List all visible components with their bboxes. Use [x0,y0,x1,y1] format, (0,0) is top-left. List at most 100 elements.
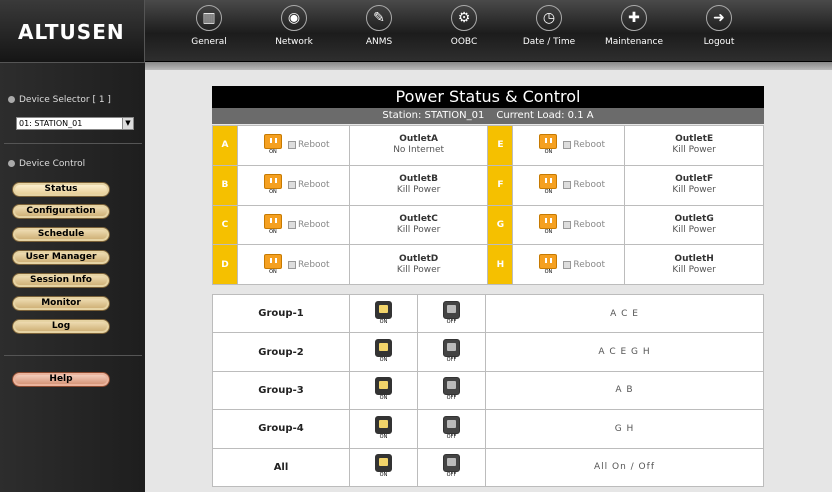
menu-log-button[interactable]: Log [12,319,110,334]
menu-schedule-button[interactable]: Schedule [12,227,110,242]
group-row: Group-1 ON OFF A C E [212,293,764,334]
nav-general[interactable]: ▥ General [173,3,245,59]
menu-configuration-button[interactable]: Configuration [12,204,110,219]
outlet-name: OutletF [675,174,714,185]
nav-label: General [191,37,227,47]
outlet-name: OutletA [399,134,439,145]
outlet-status: Kill Power [396,185,441,196]
group-on-switch-icon[interactable]: ON [375,377,393,401]
nav-clock[interactable]: ◷ Date / Time [513,3,585,59]
general-icon[interactable]: ▥ [196,5,222,31]
nav-maintenance[interactable]: ✚ Maintenance [598,3,670,59]
group-on-switch-icon[interactable]: ON [375,339,393,363]
maintenance-icon[interactable]: ✚ [621,5,647,31]
power-plug-icon[interactable]: ON [263,134,282,156]
outlet-controls: ON Reboot [236,164,350,206]
nav-oobc[interactable]: ⚙ OOBC [428,3,500,59]
group-name: Group-3 [212,370,350,411]
power-plug-icon[interactable]: ON [539,253,558,276]
reboot-checkbox[interactable] [287,220,296,229]
outlet-status: Kill Power [672,185,716,196]
menu-status-button[interactable]: Status [12,182,110,197]
outlet-controls: ON Reboot [236,125,350,166]
outlet-letter: C [212,204,238,246]
outlet-status: Kill Power [672,224,716,235]
switch-body [443,339,460,358]
on-label: ON [269,189,277,196]
outlet-controls: ON Reboot [512,164,626,206]
current-load: Current Load: 0.1 A [496,110,594,121]
group-on-cell: ON [349,370,418,411]
oobc-icon[interactable]: ⚙ [451,5,477,31]
group-on-switch-icon[interactable]: ON [375,300,393,325]
reboot-checkbox[interactable] [287,181,296,190]
group-members: A C E [485,293,764,334]
switch-body [375,377,392,396]
outlet-controls: ON Reboot [512,125,626,166]
group-off-switch-icon[interactable]: OFF [443,300,461,325]
group-off-cell: OFF [417,293,486,334]
on-label: ON [379,395,388,402]
outlet-name: OutletB [399,174,438,185]
outlet-row: C ON Reboot OutletC Kill Power G ON Reboot Outle… [212,204,764,246]
outlet-row: D ON Reboot OutletD Kill Power H ON Reboot Outle… [212,244,764,285]
outlet-status: Kill Power [396,264,441,275]
group-off-switch-icon[interactable]: OFF [443,377,461,401]
power-plug-icon[interactable]: ON [539,213,558,236]
reboot-checkbox[interactable] [563,220,572,229]
switch-body [375,339,392,358]
sidebar: Device Selector [ 1 ] 01: STATION_01 ▼ De… [0,62,145,492]
subheader-strip [145,62,832,70]
power-plug-icon[interactable]: ON [263,213,282,236]
nav-network[interactable]: ◉ Network [258,3,330,59]
outlet-letter: G [487,204,514,246]
group-name: All [212,447,350,488]
group-on-cell: ON [349,447,418,488]
power-plug-icon[interactable]: ON [539,134,558,156]
off-label: OFF [446,357,457,364]
outlet-controls: ON Reboot [236,204,350,246]
group-on-switch-icon[interactable]: ON [375,415,393,440]
nav-logout[interactable]: ➜ Logout [683,3,755,59]
sidebar-divider [4,143,142,144]
power-plug-icon[interactable]: ON [263,253,282,276]
on-label: ON [379,318,388,325]
group-on-switch-icon[interactable]: ON [375,454,393,478]
outlet-name-cell: OutletF Kill Power [624,164,764,206]
outlet-name-cell: OutletD Kill Power [348,244,489,285]
reboot-label: Reboot [573,180,606,191]
power-plug-icon[interactable]: ON [539,174,558,196]
device-select[interactable]: 01: STATION_01 ▼ [16,117,134,130]
outlet-status: Kill Power [396,224,441,235]
menu-monitor-button[interactable]: Monitor [12,296,110,311]
device-selector-label: Device Selector [ 1 ] [8,95,111,105]
nav-anms[interactable]: ✎ ANMS [343,3,415,59]
group-off-switch-icon[interactable]: OFF [443,339,461,363]
network-icon[interactable]: ◉ [281,5,307,31]
group-row: Group-4 ON OFF G H [212,409,764,449]
outlet-letter: E [487,125,514,166]
group-name: Group-1 [212,293,350,334]
help-button[interactable]: Help [12,372,110,387]
reboot-checkbox[interactable] [563,181,572,190]
group-off-switch-icon[interactable]: OFF [443,454,461,478]
reboot-checkbox[interactable] [287,141,296,150]
switch-body [375,415,392,434]
group-off-switch-icon[interactable]: OFF [443,415,461,440]
menu-session-info-button[interactable]: Session Info [12,273,110,288]
clock-icon[interactable]: ◷ [536,5,562,31]
reboot-checkbox[interactable] [287,260,296,269]
outlet-controls: ON Reboot [512,204,626,246]
outlet-name: OutletC [399,213,438,224]
off-label: OFF [446,433,457,440]
outlet-name-cell: OutletA No Internet [348,125,489,166]
dropdown-arrow-icon[interactable]: ▼ [122,118,133,129]
reboot-checkbox[interactable] [563,260,572,269]
group-members: All On / Off [485,447,764,488]
anms-icon[interactable]: ✎ [366,5,392,31]
logout-icon[interactable]: ➜ [706,5,732,31]
menu-user-manager-button[interactable]: User Manager [12,250,110,265]
power-plug-icon[interactable]: ON [263,174,282,196]
reboot-checkbox[interactable] [563,141,572,150]
outlet-name: OutletG [674,213,714,224]
